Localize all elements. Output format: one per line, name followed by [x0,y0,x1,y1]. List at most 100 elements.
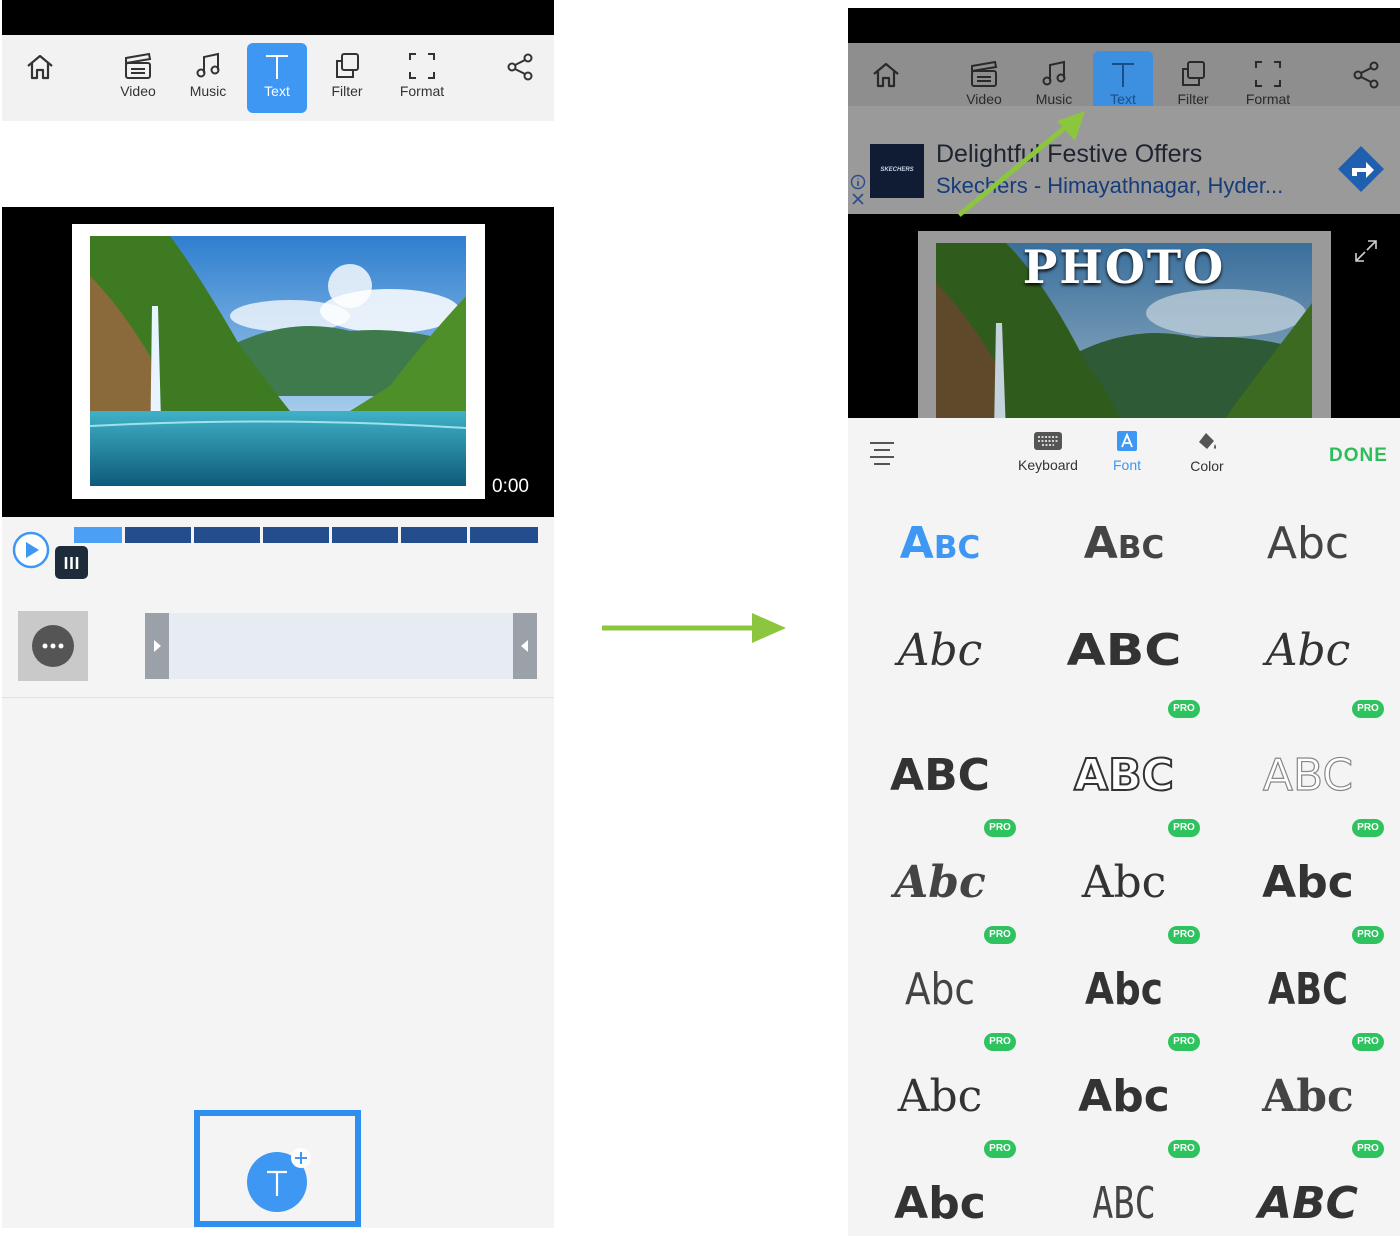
filter-tab[interactable]: Filter [317,43,377,113]
font-option[interactable]: Abc PRO [1032,1033,1216,1150]
timeline-segment[interactable] [125,527,191,543]
pro-badge: PRO [984,819,1016,837]
pro-badge: PRO [1168,926,1200,944]
video-preview[interactable]: 0:00 [2,207,554,517]
font-tab[interactable]: Font [1107,430,1147,473]
divider [2,697,554,698]
fullscreen-button[interactable] [1353,238,1379,264]
waterfall-landscape-image [90,236,466,486]
text-tab[interactable]: Text [247,43,307,113]
text-clip-track[interactable] [145,613,537,679]
ad-brand-text: SKECHERS [880,167,914,173]
pro-badge: PRO [1352,1140,1384,1158]
keyboard-tab[interactable]: Keyboard [1018,430,1078,473]
filter-layers-icon [1182,61,1205,86]
font-sample-text: Abc [899,518,981,569]
font-option[interactable]: Abc [848,490,1032,597]
font-option[interactable]: Abc [1216,597,1400,704]
font-option[interactable]: ABC [1032,597,1216,704]
left-phone-screen: Video Music Text Filter Format 0:00 [2,0,554,1228]
pro-badge: PRO [1168,1033,1200,1051]
font-option[interactable]: ABC PRO [1216,700,1400,829]
music-tab[interactable]: Music [178,43,238,113]
font-sample-text: Abc [1266,518,1350,569]
share-button[interactable] [490,43,550,113]
expand-icon [1355,240,1377,262]
font-option[interactable]: Abc PRO [848,926,1032,1043]
ad-info-icon[interactable] [850,174,866,190]
timeline-playhead-handle[interactable] [55,546,88,579]
font-grid: Abc Abc Abc Abc ABC Abc ABC ABC PRO ABC PRO Abc PRO A… [848,490,1400,1236]
ad-directions-button[interactable] [1336,144,1386,194]
font-option[interactable]: Abc PRO [1032,926,1216,1043]
font-option[interactable]: ABC PRO [1032,700,1216,829]
clapperboard-icon [971,60,998,87]
font-option[interactable]: Abc PRO [848,1140,1032,1236]
font-option[interactable]: ABC PRO [1216,926,1400,1043]
status-bar [848,8,1400,43]
video-tab[interactable]: Video [108,43,168,113]
text-tab-label: Text [1110,91,1136,107]
video-tab-label: Video [120,83,156,99]
done-button[interactable]: DONE [1329,445,1388,467]
font-option[interactable]: Abc [848,597,1032,704]
timeline-segment[interactable] [263,527,329,543]
filter-tab-label: Filter [1177,91,1209,107]
font-sample-text: ABC [1258,1178,1358,1229]
font-sample-text: ABC [1268,964,1348,1015]
home-button[interactable] [10,43,70,113]
font-option[interactable]: Abc PRO [848,819,1032,936]
font-option[interactable]: Abc PRO [848,1033,1032,1150]
format-tab[interactable]: Format [392,43,452,113]
clip-end-handle[interactable] [513,613,537,679]
pro-badge: PRO [984,1140,1016,1158]
font-option[interactable]: Abc PRO [1216,819,1400,936]
text-clip-thumbnail[interactable] [18,611,88,681]
align-center-icon [870,442,894,465]
right-phone-screen: Video Music Text Filter Format SKECHERS … [848,8,1400,1236]
font-option[interactable]: ABC [848,722,1032,829]
grip-icon [64,557,79,569]
add-text-icon [247,1148,311,1212]
timeline-segment[interactable] [74,527,122,543]
align-button[interactable] [868,440,896,466]
timeline-segment[interactable] [401,527,467,543]
color-label: Color [1190,458,1224,474]
keyboard-icon [1034,432,1062,450]
font-option[interactable]: Abc PRO [1032,819,1216,936]
pro-badge: PRO [1352,1033,1384,1051]
font-sample-text: Abc [1081,857,1167,908]
color-tab[interactable]: Color [1187,430,1227,474]
pro-badge: PRO [1168,700,1200,718]
text-edit-bar: Keyboard Font Color DONE [848,418,1400,490]
music-tab-label: Music [189,83,227,99]
clip-start-handle[interactable] [145,613,169,679]
font-option[interactable]: ABC PRO [1032,1140,1216,1236]
font-sample-text: ABC [890,750,990,801]
font-option[interactable]: Abc PRO [1216,1033,1400,1150]
music-note-icon [196,52,220,78]
timeline-segment[interactable] [332,527,398,543]
text-overlay[interactable]: PHOTO [938,240,1310,294]
timeline-segment[interactable] [470,527,538,543]
directions-arrow-icon [1338,146,1384,192]
font-sample-text: ABC [1073,749,1175,802]
font-option[interactable]: Abc [1216,490,1400,597]
font-option[interactable]: ABC PRO [1216,1140,1400,1236]
play-button[interactable] [12,531,50,569]
add-text-button[interactable] [245,1146,317,1212]
add-text-highlight [194,1110,361,1227]
font-sample-text: Abc [894,1178,986,1229]
pro-badge: PRO [984,1033,1016,1051]
font-option[interactable]: Abc [1032,490,1216,597]
font-sample-text: ABC [1092,1178,1156,1229]
status-bar [2,0,554,35]
text-t-icon [266,55,288,79]
share-icon [507,53,533,81]
ad-banner[interactable]: SKECHERS Delightful Festive Offers Skech… [848,106,1400,214]
font-a-icon [1117,431,1137,451]
timeline-segment[interactable] [194,527,260,543]
timeline-area [2,517,554,697]
pro-badge: PRO [1168,819,1200,837]
ad-close-icon[interactable] [851,192,865,206]
